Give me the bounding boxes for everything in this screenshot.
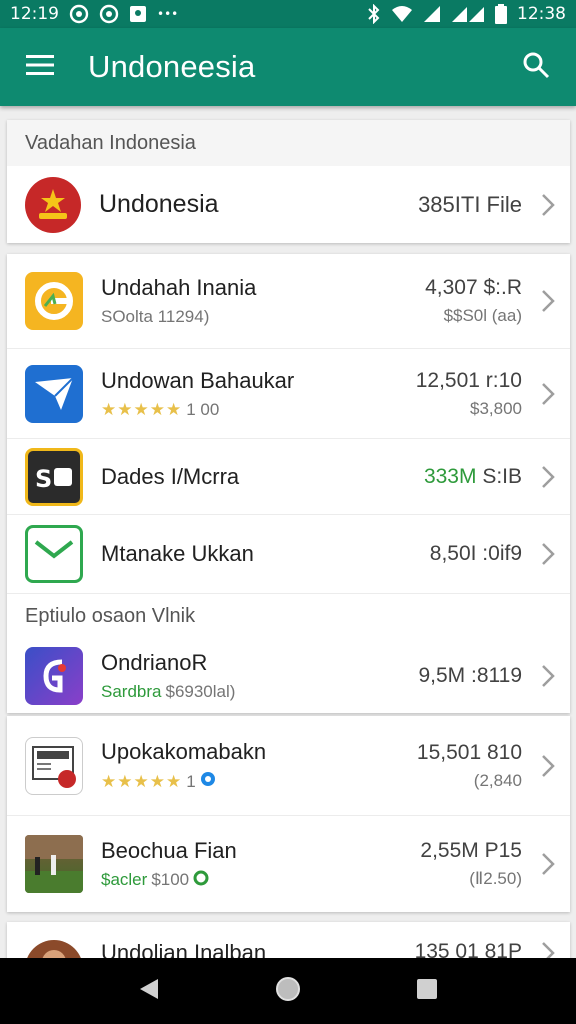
item-price: (Ⅱ2.50) [469, 869, 522, 888]
item-price: $3,800 [470, 398, 522, 418]
item-count: 4,307 $:.R [425, 276, 522, 299]
status-time-right: 12:38 [517, 4, 566, 24]
list-item[interactable]: Undolian Inalban 135 01 81P [7, 922, 570, 958]
status-bar: 12:19 ••• 12:38 [0, 0, 576, 28]
item-subtitle-highlight: $acler [101, 870, 148, 889]
list-item[interactable]: Beochua Fian $acler $100 2,55M P15 (Ⅱ2.5… [7, 816, 570, 912]
item-title: Dades I/Mcrra [101, 463, 240, 489]
subsection-header: Eptiulo osaon Vlnik [7, 594, 570, 638]
rating-count: 1 [186, 771, 196, 791]
item-rating: ★★★★★ 1 [101, 771, 417, 792]
signal-2-icon [451, 5, 485, 23]
chevron-right-icon [530, 940, 566, 958]
card-indonesia: Vadahan Indonesia Undonesia 385ITI File [7, 120, 570, 243]
content-list: Vadahan Indonesia Undonesia 385ITI File [0, 106, 576, 958]
item-subtitle-rest: $6930lal) [165, 681, 236, 701]
home-circle-icon [275, 976, 301, 1007]
hamburger-icon [26, 54, 54, 81]
item-title: Upokakomabakn [101, 739, 267, 764]
item-count: 15,501 810 [416, 740, 522, 764]
item-price: (2,840 [473, 770, 522, 790]
back-triangle-icon [138, 977, 160, 1006]
item-subtitle: SOolta 11294) [101, 307, 210, 326]
bluetooth-icon [367, 4, 381, 24]
item-count: 135 01 81P [414, 940, 522, 958]
battery-icon [495, 4, 507, 24]
item-title: Undonesia [99, 190, 219, 218]
item-title: Undowan Bahaukar [101, 367, 295, 393]
more-notifications-dots: ••• [157, 7, 179, 21]
item-subtitle-highlight: Sardbra [101, 681, 162, 701]
chevron-right-icon [530, 515, 566, 593]
emblem-icon [25, 176, 81, 233]
signal-icon [423, 5, 441, 23]
list-item[interactable]: Undahah Inania SOolta 11294) 4,307 $:.R … [7, 254, 570, 349]
back-button[interactable] [119, 961, 179, 1021]
photo-thumbnail-icon [25, 835, 83, 893]
item-subtitle: $acler $100 [101, 870, 420, 891]
menu-button[interactable] [0, 28, 80, 106]
plane-app-icon [25, 364, 83, 423]
chevron-right-icon [530, 166, 566, 243]
item-size-unit: S:IB [482, 464, 522, 488]
item-title: Undolian Inalban [101, 940, 267, 958]
list-item[interactable]: Mtanake Ukkan 8,50І :0if9 [7, 515, 570, 594]
recents-button[interactable] [397, 961, 457, 1021]
sync-notification-icon [99, 4, 119, 24]
item-count: 2,55M P15 [420, 839, 522, 862]
item-price: $$S0l (aa) [443, 306, 522, 325]
item-count: 8,50І :0if9 [429, 542, 522, 565]
chevron-right-icon [530, 254, 566, 348]
chevron-right-icon [530, 816, 566, 912]
list-item[interactable]: Undowan Bahaukar ★★★★★ 1 00 12,501 r:10 … [7, 349, 570, 439]
item-title: Mtanake Ukkan [101, 541, 254, 566]
media-app-icon [25, 646, 83, 705]
whatsapp-notification-icon [69, 4, 89, 24]
mail-app-icon [25, 525, 83, 583]
section-header: Vadahan Indonesia [7, 120, 570, 166]
status-circle-icon [193, 870, 209, 891]
item-rating: ★★★★★ 1 00 [101, 400, 416, 420]
svg-text:S: S [35, 465, 52, 493]
item-subtitle-rest: $100 [151, 870, 190, 889]
list-item[interactable]: Upokakomabakn ★★★★★ 1 15,501 810 (2,840 [7, 716, 570, 816]
chevron-right-icon [530, 716, 566, 815]
list-item[interactable]: S Dades I/Mcrra 333M S:IB [7, 439, 570, 515]
chevron-right-icon [530, 638, 566, 713]
search-button[interactable] [496, 28, 576, 106]
system-nav-bar [0, 958, 576, 1024]
item-count: 12,501 r:10 [415, 368, 522, 392]
rating-stars-icon: ★★★★★ [101, 771, 183, 791]
home-button[interactable] [258, 961, 318, 1021]
item-size: 385ITI File [418, 191, 522, 217]
list-item[interactable]: Undonesia 385ITI File [7, 166, 570, 243]
rating-count: 1 00 [186, 399, 220, 419]
item-title: Undahah Inania [101, 275, 257, 300]
verified-icon [200, 771, 216, 792]
news-app-icon [25, 736, 83, 795]
item-count: 333M S:IB [424, 465, 522, 489]
card-app-list-3: Undolian Inalban 135 01 81P [7, 922, 570, 958]
item-size: 333M [423, 464, 477, 488]
card-app-list: Undahah Inania SOolta 11294) 4,307 $:.R … [7, 254, 570, 713]
item-title: OndrianoR [101, 649, 208, 675]
clock-app-icon [25, 272, 83, 330]
search-icon [522, 51, 550, 84]
card-app-list-2: Upokakomabakn ★★★★★ 1 15,501 810 (2,840 [7, 716, 570, 912]
status-time-left: 12:19 [10, 4, 59, 24]
photo-notification-icon [129, 5, 147, 23]
app-bar: Undoneesia [0, 28, 576, 106]
avatar-icon [25, 940, 83, 958]
chevron-right-icon [530, 439, 566, 514]
item-subtitle: Sardbra $6930lal) [101, 682, 418, 702]
wifi-icon [391, 5, 413, 23]
list-item[interactable]: OndrianoR Sardbra $6930lal) 9,5M :8119 [7, 638, 570, 713]
app-title: Undoneesia [88, 49, 256, 84]
item-count: 9,5M :8119 [418, 663, 522, 687]
recents-square-icon [416, 978, 438, 1005]
s-app-icon: S [25, 447, 83, 506]
item-title: Beochua Fian [101, 837, 237, 863]
chevron-right-icon [530, 349, 566, 438]
rating-stars-icon: ★★★★★ [101, 399, 183, 419]
